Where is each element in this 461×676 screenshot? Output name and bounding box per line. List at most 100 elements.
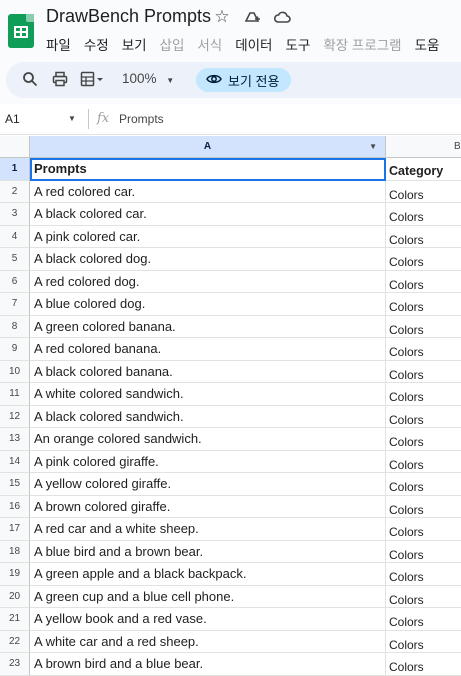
row-number[interactable]: 10 (0, 360, 30, 383)
column-letter: A (203, 141, 212, 152)
cell-a[interactable]: A black colored car. (30, 203, 386, 226)
zoom-select[interactable]: 100% ▼ (122, 71, 174, 86)
format-painter-dropdown[interactable] (80, 71, 106, 89)
cell-b[interactable]: Colors (386, 563, 461, 586)
menu-help[interactable]: 도움 (415, 34, 440, 54)
cell-a[interactable]: A black colored dog. (30, 248, 386, 271)
row-number[interactable]: 9 (0, 338, 30, 361)
cell-a[interactable]: A yellow colored giraffe. (30, 473, 386, 496)
menu-extensions[interactable]: 확장 프로그램 (323, 34, 401, 54)
cell-a[interactable]: A pink colored car. (30, 225, 386, 248)
cell-b[interactable]: Colors (386, 473, 461, 496)
cell-a[interactable]: A red colored car. (30, 180, 386, 203)
view-only-button[interactable]: 보기 전용 (196, 68, 292, 92)
cell-b[interactable]: Colors (386, 631, 461, 653)
menu-file[interactable]: 파일 (46, 34, 71, 54)
cell-b[interactable]: Colors (386, 226, 461, 248)
document-title[interactable]: DrawBench Prompts (46, 6, 211, 27)
cell-a[interactable]: A pink colored giraffe. (30, 450, 386, 473)
row-number[interactable]: 8 (0, 315, 30, 338)
cell-b[interactable]: Colors (386, 406, 461, 428)
column-header-b[interactable]: B (386, 136, 461, 158)
row-number[interactable]: 16 (0, 495, 30, 518)
cell-a[interactable]: A blue colored dog. (30, 293, 386, 316)
name-box[interactable]: A1 (5, 112, 20, 126)
menu-data[interactable]: 데이터 (235, 34, 272, 54)
cell-b[interactable]: Colors (386, 518, 461, 541)
cell-b[interactable]: Colors (386, 496, 461, 518)
cell-a[interactable]: A red colored banana. (30, 338, 386, 361)
cell-a[interactable]: A green apple and a black backpack. (30, 563, 386, 586)
row-number[interactable]: 2 (0, 180, 30, 203)
cell-b[interactable]: Colors (386, 586, 461, 608)
row-number[interactable]: 19 (0, 563, 30, 586)
cell-a[interactable]: An orange colored sandwich. (30, 428, 386, 451)
cell-b[interactable]: Colors (386, 271, 461, 293)
row-number[interactable]: 4 (0, 225, 30, 248)
table-row: 2A red colored car. Colors (0, 180, 461, 203)
cell-b[interactable]: Colors (386, 181, 461, 203)
cell-a[interactable]: A white car and a red sheep. (30, 630, 386, 653)
cell-b[interactable]: Colors (386, 361, 461, 383)
cell-a[interactable]: A red colored dog. (30, 270, 386, 293)
row-number[interactable]: 5 (0, 248, 30, 271)
column-letter: B (454, 141, 461, 152)
menu-format[interactable]: 서식 (197, 34, 222, 54)
cell-a[interactable]: A green colored banana. (30, 315, 386, 338)
cell-b[interactable]: Colors (386, 316, 461, 338)
cell-b[interactable]: Colors (386, 383, 461, 406)
row-number[interactable]: 20 (0, 585, 30, 608)
menu-insert[interactable]: 삽입 (160, 34, 185, 54)
row-number[interactable]: 12 (0, 405, 30, 428)
cell-a[interactable]: A red car and a white sheep. (30, 518, 386, 541)
row-number[interactable]: 11 (0, 383, 30, 406)
sheets-logo-icon[interactable] (8, 14, 34, 48)
add-shortcut-drive-icon[interactable] (243, 8, 261, 26)
formula-input[interactable]: Prompts (119, 112, 164, 126)
chevron-down-icon[interactable]: ▼ (369, 136, 377, 157)
cell-a[interactable]: A black colored banana. (30, 360, 386, 383)
cell-b[interactable]: Colors (386, 451, 461, 473)
cell-a[interactable]: A blue bird and a brown bear. (30, 540, 386, 563)
search-icon[interactable] (22, 71, 38, 89)
cell-b[interactable]: Colors (386, 248, 461, 271)
row-number[interactable]: 14 (0, 450, 30, 473)
row-number[interactable]: 3 (0, 203, 30, 226)
print-icon[interactable] (52, 71, 68, 89)
cell-b1[interactable]: Category (386, 158, 461, 181)
chevron-down-icon[interactable]: ▼ (68, 114, 76, 123)
cell-b[interactable]: Colors (386, 203, 461, 226)
cell-a[interactable]: A green cup and a blue cell phone. (30, 585, 386, 608)
cell-a[interactable]: A black colored sandwich. (30, 405, 386, 428)
row-number[interactable]: 13 (0, 428, 30, 451)
cell-b[interactable]: Colors (386, 653, 461, 676)
row-number[interactable]: 18 (0, 540, 30, 563)
cell-b[interactable]: Colors (386, 428, 461, 451)
row-number[interactable]: 7 (0, 293, 30, 316)
row-number[interactable]: 1 (0, 158, 30, 181)
menu-view[interactable]: 보기 (122, 34, 147, 54)
row-number[interactable]: 15 (0, 473, 30, 496)
column-header-a[interactable]: A ▼ (30, 136, 386, 158)
menu-bar: 파일 수정 보기 삽입 서식 데이터 도구 확장 프로그램 도움 (46, 34, 439, 54)
cell-a[interactable]: A yellow book and a red vase. (30, 608, 386, 631)
menu-edit[interactable]: 수정 (84, 34, 109, 54)
select-all-corner[interactable] (0, 136, 30, 158)
cell-b[interactable]: Colors (386, 608, 461, 631)
row-number[interactable]: 6 (0, 270, 30, 293)
cell-b[interactable]: Colors (386, 293, 461, 316)
cell-a[interactable]: A brown colored giraffe. (30, 495, 386, 518)
table-row: 7A blue colored dog. Colors (0, 293, 461, 316)
star-icon[interactable]: ☆ (213, 8, 231, 26)
row-number[interactable]: 21 (0, 608, 30, 631)
cell-a[interactable]: A brown bird and a blue bear. (30, 653, 386, 676)
cloud-saved-icon[interactable] (273, 8, 291, 26)
row-number[interactable]: 23 (0, 653, 30, 676)
menu-tools[interactable]: 도구 (285, 34, 310, 54)
cell-b[interactable]: Colors (386, 541, 461, 563)
cell-a1[interactable]: Prompts (30, 158, 386, 181)
cell-b[interactable]: Colors (386, 338, 461, 361)
row-number[interactable]: 17 (0, 518, 30, 541)
row-number[interactable]: 22 (0, 630, 30, 653)
cell-a[interactable]: A white colored sandwich. (30, 383, 386, 406)
